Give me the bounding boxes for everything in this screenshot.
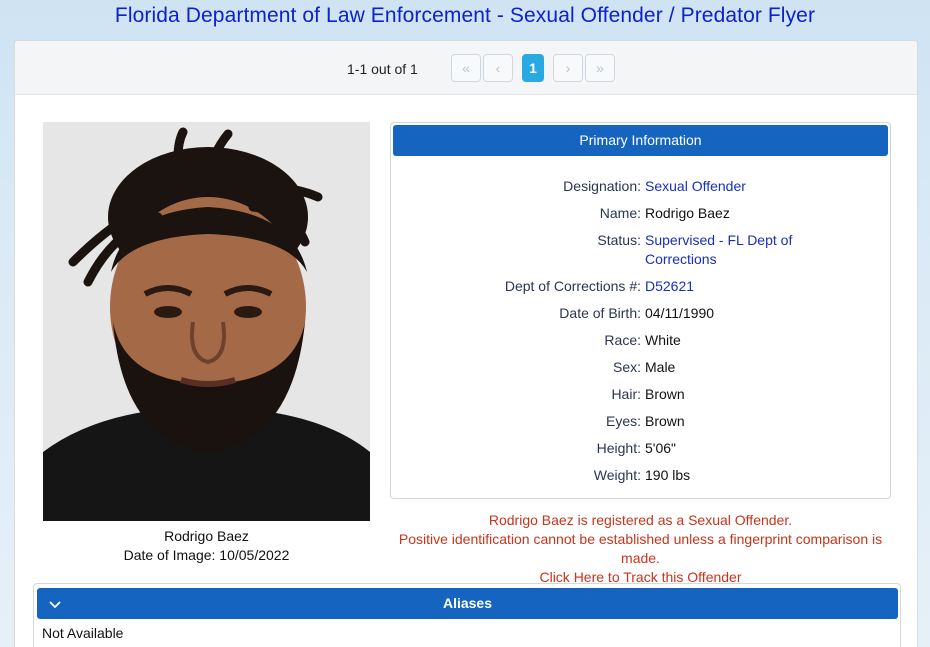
identification-warning: Rodrigo Baez is registered as a Sexual O…: [390, 511, 891, 587]
info-label: Race:: [604, 332, 641, 348]
info-label: Dept of Corrections #:: [504, 278, 641, 294]
info-value-designation[interactable]: Sexual Offender: [645, 177, 845, 196]
primary-information-header: Primary Information: [393, 125, 888, 156]
info-value-height: 5'06": [645, 440, 677, 456]
flyer-card: 1-1 out of 1 « ‹ 1 › » Rodrigo Baez Date…: [14, 40, 918, 647]
info-label: Weight:: [593, 467, 641, 483]
info-value-status[interactable]: Supervised - FL Dept of Corrections: [645, 231, 805, 269]
chevron-down-icon-glyph: [49, 600, 61, 608]
info-label: Name:: [599, 205, 641, 221]
photo-name: Rodrigo Baez: [164, 528, 249, 544]
offender-photo: [43, 122, 370, 521]
info-value-weight: 190 lbs: [645, 467, 691, 483]
info-value-eyes: Brown: [645, 413, 685, 429]
current-page-button[interactable]: 1: [522, 54, 544, 82]
next-page-button[interactable]: ›: [553, 54, 583, 82]
registration-notice: Rodrigo Baez is registered as a Sexual O…: [488, 512, 793, 528]
chevron-down-icon[interactable]: [45, 588, 65, 619]
info-label: Eyes:: [605, 413, 641, 429]
pagination-bar: 1-1 out of 1 « ‹ 1 › »: [15, 41, 917, 95]
result-count: 1-1 out of 1: [347, 61, 418, 77]
info-value-race: White: [645, 332, 681, 348]
photo-date: Date of Image: 10/05/2022: [123, 547, 290, 563]
chevron-right-icon: ›: [565, 60, 571, 76]
page-title: Florida Department of Law Enforcement - …: [114, 4, 816, 27]
double-chevron-right-icon: »: [596, 60, 604, 76]
previous-page-button[interactable]: ‹: [483, 54, 513, 82]
info-label: Height:: [596, 440, 641, 456]
last-page-button[interactable]: »: [585, 54, 615, 82]
primary-information-panel: Primary Information Designation: Sexual …: [390, 122, 891, 499]
first-page-button[interactable]: «: [451, 54, 481, 82]
info-value-dob: 04/11/1990: [645, 305, 715, 321]
info-label: Hair:: [611, 386, 641, 402]
info-value-hair: Brown: [645, 386, 685, 402]
offender-photo-image: [43, 122, 370, 521]
aliases-value: Not Available: [42, 625, 124, 641]
fingerprint-notice: Positive identification cannot be establ…: [398, 531, 883, 566]
aliases-header[interactable]: Aliases: [37, 588, 898, 619]
chevron-left-icon: ‹: [495, 60, 501, 76]
photo-caption: Rodrigo Baez Date of Image: 10/05/2022: [43, 527, 370, 565]
aliases-panel: Aliases Not Available: [33, 583, 901, 647]
double-chevron-left-icon: «: [462, 60, 470, 76]
aliases-title: Aliases: [442, 595, 493, 611]
info-value-doc-number[interactable]: D52621: [645, 277, 845, 296]
info-value-sex: Male: [645, 359, 676, 375]
info-label: Sex:: [612, 359, 641, 375]
info-label: Date of Birth:: [559, 305, 641, 321]
info-label: Designation:: [563, 178, 641, 194]
info-value-name: Rodrigo Baez: [645, 205, 730, 221]
info-label: Status:: [597, 232, 641, 248]
